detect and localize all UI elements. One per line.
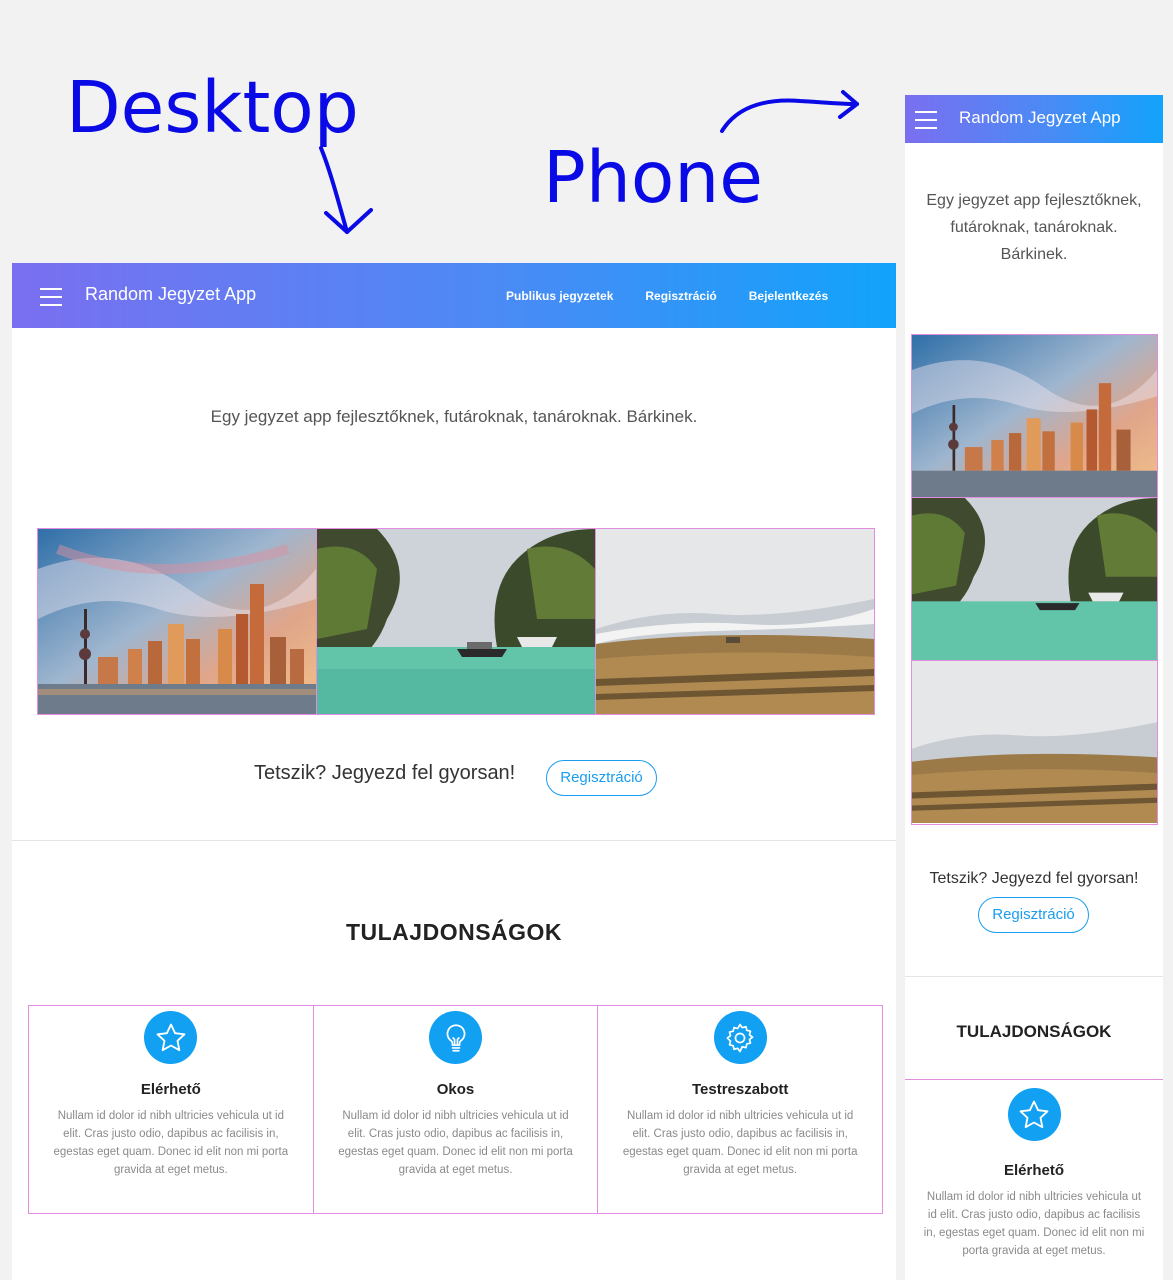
features-title: TULAJDONSÁGOK (956, 1022, 1112, 1041)
register-button[interactable]: Regisztráció (978, 897, 1089, 933)
tagline: Egy jegyzet app fejlesztőknek, futárokna… (210, 407, 698, 426)
star-icon (1007, 1088, 1061, 1141)
divider (905, 1079, 1163, 1080)
star-icon (144, 1011, 198, 1064)
feature-text: Nullam id dolor id nibh ultricies vehicu… (923, 1191, 1145, 1257)
desktop-page: Random Jegyzet App Publikus jegyzetek Reg… (12, 263, 896, 1280)
gear-icon (713, 1011, 767, 1064)
feature-title: Elérhető (1003, 1162, 1064, 1179)
features-title: TULAJDONSÁGOK (345, 919, 563, 945)
feature-title: Testreszabott (691, 1081, 789, 1098)
features-grid: Elérhető Nullam id dolor id nibh ultrici… (28, 1005, 883, 1214)
feature-text: Nullam id dolor id nibh ultricies vehicu… (622, 1110, 858, 1176)
feature-card: Elérhető Nullam id dolor id nibh ultrici… (29, 1006, 314, 1213)
brand-title[interactable]: Random Jegyzet App (959, 108, 1121, 128)
nav-link-register[interactable]: Regisztráció (645, 289, 716, 303)
image-gallery (37, 528, 875, 715)
nav-links: Publikus jegyzetek Regisztráció Bejelentke… (506, 289, 860, 303)
divider (12, 840, 896, 841)
phone-navbar: Random Jegyzet App (905, 95, 1163, 143)
hills-landscape-image (912, 661, 1157, 823)
tropical-bay-image (912, 498, 1157, 661)
image-gallery (911, 334, 1158, 825)
cta-text: Tetszik? Jegyezd fel gyorsan! (254, 762, 516, 784)
cta-text: Tetszik? Jegyezd fel gyorsan! (929, 870, 1139, 887)
feature-card: Elérhető Nullam id dolor id nibh ultrici… (905, 1083, 1163, 1260)
brand-title[interactable]: Random Jegyzet App (85, 284, 256, 305)
navbar: Random Jegyzet App Publikus jegyzetek Reg… (12, 263, 896, 328)
menu-icon[interactable] (915, 111, 937, 135)
register-button[interactable]: Regisztráció (546, 760, 657, 796)
feature-card: Testreszabott Nullam id dolor id nibh ul… (598, 1006, 882, 1213)
nav-link-public-notes[interactable]: Publikus jegyzetek (506, 289, 613, 303)
feature-text: Nullam id dolor id nibh ultricies vehicu… (338, 1110, 573, 1176)
nav-link-login[interactable]: Bejelentkezés (749, 289, 828, 303)
feature-title: Okos (436, 1081, 475, 1098)
feature-text: Nullam id dolor id nibh ultricies vehicu… (53, 1110, 289, 1176)
tagline: Egy jegyzet app fejlesztőknek, futárokna… (926, 192, 1142, 263)
city-skyline-image (38, 529, 317, 714)
hills-landscape-image (596, 529, 874, 714)
city-skyline-image (912, 335, 1157, 498)
divider (905, 976, 1163, 977)
feature-title: Elérhető (140, 1081, 201, 1098)
phone-page: Random Jegyzet App Egy jegyzet app fejle… (905, 95, 1163, 1280)
tropical-bay-image (317, 529, 596, 714)
feature-card: Okos Nullam id dolor id nibh ultricies v… (314, 1006, 599, 1213)
lightbulb-icon (429, 1011, 482, 1064)
menu-icon[interactable] (40, 288, 62, 312)
